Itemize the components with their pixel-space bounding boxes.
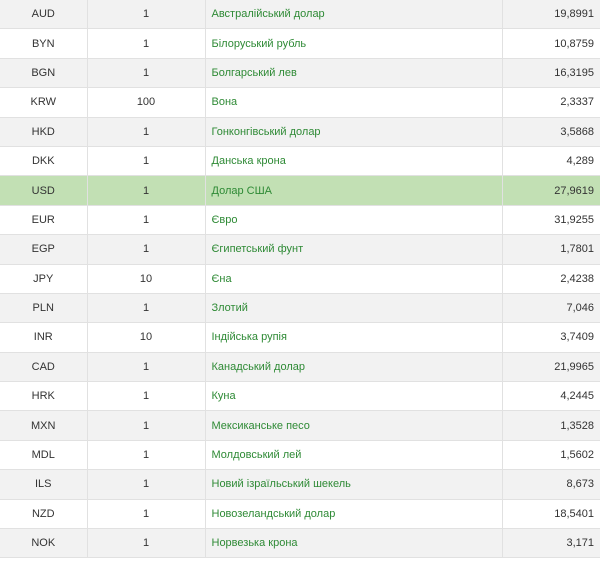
currency-rate: 4,289 bbox=[502, 145, 600, 177]
currency-rate: 2,3337 bbox=[502, 87, 600, 118]
currency-rate: 21,9965 bbox=[502, 351, 600, 383]
currency-code: NZD bbox=[0, 498, 88, 530]
currency-rate: 31,9255 bbox=[502, 204, 600, 236]
currency-code: JPY bbox=[0, 263, 88, 294]
currency-units: 10 bbox=[87, 322, 206, 353]
currency-name-link[interactable]: Болгарський лев bbox=[205, 57, 503, 89]
currency-units: 100 bbox=[87, 87, 206, 118]
currency-code: KRW bbox=[0, 87, 88, 118]
currency-units: 1 bbox=[87, 439, 206, 471]
currency-code: EUR bbox=[0, 204, 88, 236]
currency-code: DKK bbox=[0, 145, 88, 177]
table-row-hkd: HKD 1 Гонконгівський долар 3,5868 bbox=[0, 116, 600, 147]
table-row-hrk: HRK 1 Куна 4,2445 bbox=[0, 381, 600, 412]
currency-units: 1 bbox=[87, 0, 206, 30]
currency-rate: 8,673 bbox=[502, 469, 600, 500]
currency-units: 1 bbox=[87, 234, 206, 265]
table-row-bgn: BGN 1 Болгарський лев 16,3195 bbox=[0, 57, 600, 89]
currency-units: 1 bbox=[87, 381, 206, 412]
currency-units: 1 bbox=[87, 57, 206, 89]
currency-code: BYN bbox=[0, 28, 88, 59]
table-row-cad: CAD 1 Канадський долар 21,9965 bbox=[0, 351, 600, 383]
currency-units: 1 bbox=[87, 469, 206, 500]
currency-units: 1 bbox=[87, 528, 206, 559]
currency-rate: 3,5868 bbox=[502, 116, 600, 147]
currency-rates-table: AUD 1 Австралійський долар 19,8991 BYN 1… bbox=[0, 0, 600, 559]
currency-code: ILS bbox=[0, 469, 88, 500]
currency-rate: 19,8991 bbox=[502, 0, 600, 30]
currency-code: INR bbox=[0, 322, 88, 353]
currency-rate: 16,3195 bbox=[502, 57, 600, 89]
currency-units: 10 bbox=[87, 263, 206, 294]
table-row-inr: INR 10 Індійська рупія 3,7409 bbox=[0, 322, 600, 353]
table-row-ils: ILS 1 Новий ізраїльський шекель 8,673 bbox=[0, 469, 600, 500]
currency-units: 1 bbox=[87, 410, 206, 441]
table-row-krw: KRW 100 Вона 2,3337 bbox=[0, 87, 600, 118]
table-row-dkk: DKK 1 Данська крона 4,289 bbox=[0, 145, 600, 177]
currency-name-link[interactable]: Новий ізраїльський шекель bbox=[205, 469, 503, 500]
currency-rate: 1,7801 bbox=[502, 234, 600, 265]
currency-rate: 3,171 bbox=[502, 528, 600, 559]
currency-units: 1 bbox=[87, 498, 206, 530]
currency-rate: 18,5401 bbox=[502, 498, 600, 530]
currency-rate: 1,5602 bbox=[502, 439, 600, 471]
currency-units: 1 bbox=[87, 292, 206, 324]
currency-code: AUD bbox=[0, 0, 88, 30]
currency-rate: 10,8759 bbox=[502, 28, 600, 59]
currency-name-link[interactable]: Індійська рупія bbox=[205, 322, 503, 353]
table-row-eur: EUR 1 Євро 31,9255 bbox=[0, 204, 600, 236]
currency-code: EGP bbox=[0, 234, 88, 265]
currency-code: PLN bbox=[0, 292, 88, 324]
currency-name-link[interactable]: Долар США bbox=[205, 175, 503, 206]
currency-code: MDL bbox=[0, 439, 88, 471]
currency-name-link[interactable]: Злотий bbox=[205, 292, 503, 324]
currency-units: 1 bbox=[87, 175, 206, 206]
currency-rate: 3,7409 bbox=[502, 322, 600, 353]
table-row-aud: AUD 1 Австралійський долар 19,8991 bbox=[0, 0, 600, 30]
currency-units: 1 bbox=[87, 351, 206, 383]
currency-code: HKD bbox=[0, 116, 88, 147]
table-row-jpy: JPY 10 Єна 2,4238 bbox=[0, 263, 600, 294]
currency-units: 1 bbox=[87, 116, 206, 147]
currency-units: 1 bbox=[87, 145, 206, 177]
currency-name-link[interactable]: Єгипетський фунт bbox=[205, 234, 503, 265]
currency-rate: 2,4238 bbox=[502, 263, 600, 294]
currency-rate: 7,046 bbox=[502, 292, 600, 324]
currency-rate: 27,9619 bbox=[502, 175, 600, 206]
currency-rates-body: AUD 1 Австралійський долар 19,8991 BYN 1… bbox=[0, 0, 600, 559]
table-row-byn: BYN 1 Білоруський рубль 10,8759 bbox=[0, 28, 600, 59]
currency-name-link[interactable]: Канадський долар bbox=[205, 351, 503, 383]
currency-name-link[interactable]: Данська крона bbox=[205, 145, 503, 177]
currency-code: CAD bbox=[0, 351, 88, 383]
table-row-pln: PLN 1 Злотий 7,046 bbox=[0, 292, 600, 324]
currency-rate: 4,2445 bbox=[502, 381, 600, 412]
currency-code: NOK bbox=[0, 528, 88, 559]
currency-name-link[interactable]: Єна bbox=[205, 263, 503, 294]
currency-units: 1 bbox=[87, 204, 206, 236]
table-row-usd-highlighted: USD 1 Долар США 27,9619 bbox=[0, 175, 600, 206]
currency-name-link[interactable]: Норвезька крона bbox=[205, 528, 503, 559]
currency-code: BGN bbox=[0, 57, 88, 89]
table-row-nzd: NZD 1 Новозеландський долар 18,5401 bbox=[0, 498, 600, 530]
currency-rate: 1,3528 bbox=[502, 410, 600, 441]
currency-name-link[interactable]: Куна bbox=[205, 381, 503, 412]
currency-code: HRK bbox=[0, 381, 88, 412]
currency-name-link[interactable]: Вона bbox=[205, 87, 503, 118]
currency-code: USD bbox=[0, 175, 88, 206]
currency-name-link[interactable]: Мексиканське песо bbox=[205, 410, 503, 441]
currency-name-link[interactable]: Молдовський лей bbox=[205, 439, 503, 471]
currency-name-link[interactable]: Білоруський рубль bbox=[205, 28, 503, 59]
table-row-nok: NOK 1 Норвезька крона 3,171 bbox=[0, 528, 600, 559]
currency-name-link[interactable]: Євро bbox=[205, 204, 503, 236]
currency-code: MXN bbox=[0, 410, 88, 441]
currency-name-link[interactable]: Новозеландський долар bbox=[205, 498, 503, 530]
currency-name-link[interactable]: Гонконгівський долар bbox=[205, 116, 503, 147]
table-row-egp: EGP 1 Єгипетський фунт 1,7801 bbox=[0, 234, 600, 265]
currency-name-link[interactable]: Австралійський долар bbox=[205, 0, 503, 30]
currency-units: 1 bbox=[87, 28, 206, 59]
table-row-mxn: MXN 1 Мексиканське песо 1,3528 bbox=[0, 410, 600, 441]
table-row-mdl: MDL 1 Молдовський лей 1,5602 bbox=[0, 439, 600, 471]
